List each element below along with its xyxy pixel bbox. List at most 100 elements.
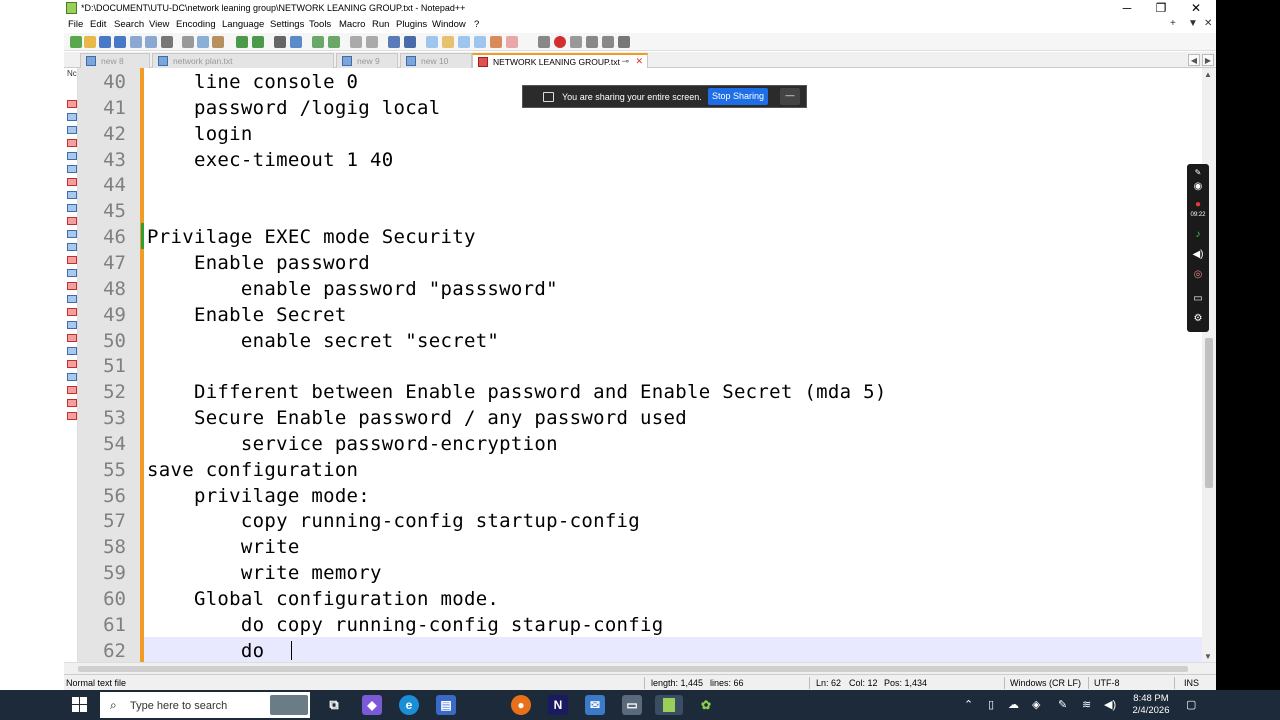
close-all-icon[interactable] bbox=[145, 36, 157, 48]
doc-map-icon[interactable] bbox=[458, 36, 470, 48]
record-button-icon[interactable]: ● bbox=[1191, 198, 1205, 212]
menu-plugins[interactable]: Plugins bbox=[396, 19, 427, 30]
menu-run[interactable]: Run bbox=[372, 19, 389, 30]
maximize-button[interactable]: ❐ bbox=[1146, 1, 1176, 16]
microsoft-store-icon[interactable]: ▤ bbox=[436, 695, 456, 715]
show-all-chars-icon[interactable] bbox=[404, 36, 416, 48]
pin-icon[interactable]: ⊸ bbox=[621, 56, 629, 67]
folder-workspace-icon[interactable] bbox=[490, 36, 502, 48]
copy-icon[interactable] bbox=[197, 36, 209, 48]
settings-gear-icon[interactable]: ⚙ bbox=[1191, 312, 1205, 326]
code-line[interactable]: line console 0 bbox=[147, 69, 358, 95]
save-macro-icon[interactable] bbox=[618, 36, 630, 48]
play-multiple-icon[interactable] bbox=[602, 36, 614, 48]
doc-icon[interactable] bbox=[67, 100, 77, 108]
replace-icon[interactable] bbox=[290, 36, 302, 48]
code-line[interactable]: enable secret "secret" bbox=[147, 328, 499, 354]
doc-icon[interactable] bbox=[67, 113, 77, 121]
code-line[interactable]: enable password "passsword" bbox=[147, 276, 558, 302]
pen-icon[interactable]: ✎ bbox=[1058, 698, 1067, 711]
windows-start-icon[interactable] bbox=[72, 697, 88, 713]
code-line[interactable]: Global configuration mode. bbox=[147, 586, 499, 612]
code-line[interactable]: Different between Enable password and En… bbox=[147, 379, 887, 405]
code-line[interactable]: do copy running-config starup-config bbox=[147, 612, 664, 638]
vertical-scrollbar[interactable]: ▲ ▼ bbox=[1202, 68, 1216, 662]
menu-file[interactable]: File bbox=[68, 19, 83, 30]
tray-app-icon[interactable]: ◈ bbox=[1032, 698, 1040, 711]
sync-v-icon[interactable] bbox=[350, 36, 362, 48]
show-hidden-icons-icon[interactable]: ⌃ bbox=[964, 698, 973, 711]
zoom-in-icon[interactable] bbox=[312, 36, 324, 48]
paste-icon[interactable] bbox=[212, 36, 224, 48]
doc-icon[interactable] bbox=[67, 256, 77, 264]
code-line[interactable]: exec-timeout 1 40 bbox=[147, 147, 394, 173]
scroll-down-icon[interactable]: ▼ bbox=[1204, 652, 1212, 661]
notepadpp-taskbar-icon[interactable] bbox=[655, 695, 683, 715]
code-line[interactable]: login bbox=[147, 121, 253, 147]
microphone-icon[interactable]: ♪ bbox=[1191, 228, 1205, 242]
close-button[interactable]: ✕ bbox=[1181, 1, 1211, 16]
doc-icon[interactable] bbox=[67, 347, 77, 355]
doc-icon[interactable] bbox=[67, 191, 77, 199]
doc-icon[interactable] bbox=[67, 178, 77, 186]
save-icon[interactable] bbox=[99, 36, 111, 48]
tab-new-8[interactable]: new 8 bbox=[80, 53, 150, 68]
file-explorer-icon[interactable]: ▭ bbox=[622, 695, 642, 715]
screen-icon[interactable]: ▭ bbox=[1191, 292, 1205, 306]
stop-sharing-button[interactable]: Stop Sharing bbox=[708, 88, 768, 105]
app-icon[interactable]: ✿ bbox=[696, 695, 716, 715]
stop-icon[interactable] bbox=[570, 36, 582, 48]
monitor-icon[interactable] bbox=[506, 36, 518, 48]
status-encoding[interactable]: UTF-8 bbox=[1094, 678, 1120, 688]
webcam-icon[interactable]: ◎ bbox=[1191, 268, 1205, 282]
save-all-icon[interactable] bbox=[114, 36, 126, 48]
close-doc-icon[interactable]: ✕ bbox=[1204, 18, 1212, 29]
redo-icon[interactable] bbox=[252, 36, 264, 48]
doc-icon[interactable] bbox=[67, 373, 77, 381]
menu-help[interactable]: ? bbox=[474, 19, 479, 30]
notification-icon[interactable]: ▢ bbox=[1186, 698, 1196, 711]
code-line[interactable]: password /logig local bbox=[147, 95, 440, 121]
indent-guide-icon[interactable] bbox=[426, 36, 438, 48]
menu-view[interactable]: View bbox=[149, 19, 169, 30]
menu-encoding[interactable]: Encoding bbox=[176, 19, 216, 30]
menu-search[interactable]: Search bbox=[114, 19, 144, 30]
scroll-up-icon[interactable]: ▲ bbox=[1204, 70, 1212, 79]
hscroll-thumb[interactable] bbox=[78, 666, 1188, 672]
record-icon[interactable] bbox=[554, 36, 566, 48]
tab-new-9[interactable]: new 9 bbox=[336, 53, 398, 68]
dropdown-icon[interactable]: ▼ bbox=[1188, 18, 1198, 29]
macro-record-icon[interactable] bbox=[538, 36, 550, 48]
code-line[interactable]: save configuration bbox=[147, 457, 358, 483]
firefox-icon[interactable]: ● bbox=[511, 695, 531, 715]
zoom-out-icon[interactable] bbox=[328, 36, 340, 48]
doc-icon[interactable] bbox=[67, 334, 77, 342]
doc-icon[interactable] bbox=[67, 282, 77, 290]
scroll-thumb[interactable] bbox=[1205, 338, 1213, 488]
tab-close-icon[interactable]: ✕ bbox=[635, 56, 643, 67]
menu-tools[interactable]: Tools bbox=[309, 19, 331, 30]
doc-icon[interactable] bbox=[67, 360, 77, 368]
code-line[interactable]: copy running-config startup-config bbox=[147, 508, 640, 534]
menu-window[interactable]: Window bbox=[432, 19, 466, 30]
code-line[interactable]: Enable Secret bbox=[147, 302, 347, 328]
battery-icon[interactable]: ▯ bbox=[988, 698, 994, 711]
doc-icon[interactable] bbox=[67, 230, 77, 238]
print-icon[interactable] bbox=[161, 36, 173, 48]
minimize-button[interactable]: ─ bbox=[1112, 1, 1142, 16]
open-file-icon[interactable] bbox=[84, 36, 96, 48]
task-view-icon[interactable]: ⧉ bbox=[324, 695, 344, 715]
doc-icon[interactable] bbox=[67, 152, 77, 160]
tab-scroll-left-icon[interactable]: ◀ bbox=[1188, 54, 1200, 66]
menu-language[interactable]: Language bbox=[222, 19, 264, 30]
code-line[interactable]: service password-encryption bbox=[147, 431, 558, 457]
doc-icon[interactable] bbox=[67, 204, 77, 212]
wifi-icon[interactable]: ≋ bbox=[1082, 698, 1091, 711]
code-line[interactable]: privilage mode: bbox=[147, 483, 370, 509]
pen-tools-icon[interactable]: ✎ bbox=[1191, 166, 1205, 180]
doc-icon[interactable] bbox=[67, 243, 77, 251]
doc-icon[interactable] bbox=[67, 165, 77, 173]
horizontal-scrollbar[interactable] bbox=[64, 662, 1216, 674]
wrap-icon[interactable] bbox=[388, 36, 400, 48]
tab-network-leaning-group[interactable]: NETWORK LEANING GROUP.txt ⊸ ✕ bbox=[472, 53, 648, 68]
